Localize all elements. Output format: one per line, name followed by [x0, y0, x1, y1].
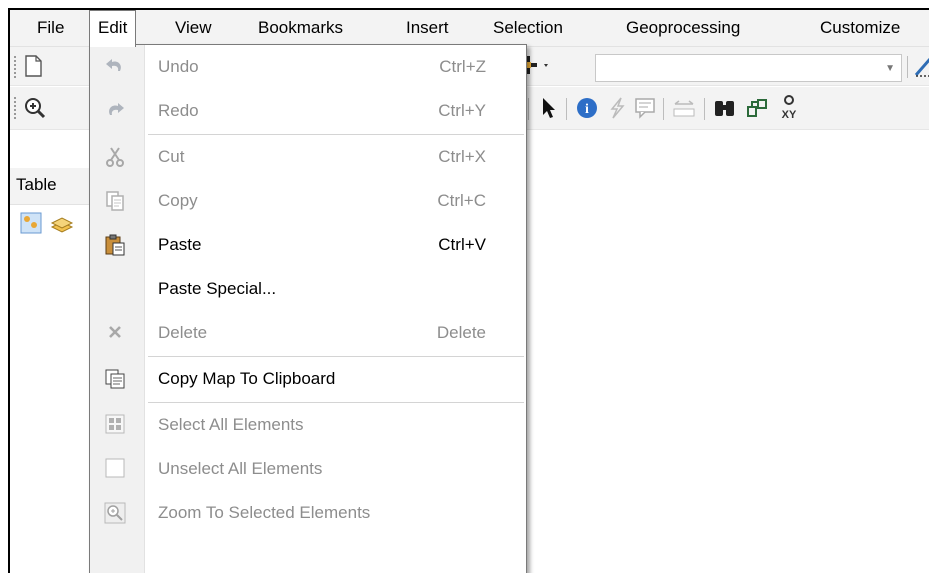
undo-icon [103, 56, 127, 78]
menu-item-undo[interactable]: Undo Ctrl+Z [90, 45, 526, 89]
menu-view[interactable]: View [167, 10, 220, 46]
menu-item-paste-special[interactable]: Paste Special... [90, 267, 526, 311]
zoom-in-icon[interactable] [24, 97, 46, 125]
menu-bookmarks[interactable]: Bookmarks [250, 10, 351, 46]
menu-item-copy[interactable]: Copy Ctrl+C [90, 179, 526, 223]
unselect-all-icon [103, 458, 127, 480]
edit-dropdown-menu: Undo Ctrl+Z Redo Ctrl+Y Cut Ctrl+X Copy … [89, 44, 527, 573]
delete-icon [103, 322, 127, 344]
toolbar-grip-2[interactable] [14, 97, 19, 119]
zoom-selected-icon [103, 502, 127, 524]
html-popup-icon[interactable] [634, 97, 656, 125]
redo-icon [103, 100, 127, 122]
find-route-icon[interactable] [745, 97, 769, 125]
menu-item-zoom-to-selected-elements[interactable]: Zoom To Selected Elements [90, 491, 526, 535]
menu-item-cut[interactable]: Cut Ctrl+X [90, 135, 526, 179]
identify-icon[interactable]: i [575, 96, 599, 126]
menu-item-redo[interactable]: Redo Ctrl+Y [90, 89, 526, 133]
menu-geoprocessing[interactable]: Geoprocessing [618, 10, 748, 46]
menu-bar: File Edit View Bookmarks Insert Selectio… [10, 10, 929, 47]
menu-item-unselect-all-elements[interactable]: Unselect All Elements [90, 447, 526, 491]
paste-icon [103, 234, 127, 256]
select-elements-icon[interactable] [541, 97, 557, 125]
layers-icon[interactable] [50, 214, 76, 240]
scissors-icon [103, 146, 127, 168]
toc-title: Table [16, 175, 57, 194]
toolbar-grip[interactable] [14, 56, 19, 78]
go-to-xy-icon[interactable]: XY [777, 93, 801, 127]
hyperlink-icon[interactable] [607, 97, 627, 125]
menu-customize[interactable]: Customize [812, 10, 908, 46]
find-binoculars-icon[interactable] [713, 97, 737, 125]
menu-item-delete[interactable]: Delete Delete [90, 311, 526, 355]
new-document-icon[interactable] [24, 55, 42, 83]
menu-item-copy-map-to-clipboard[interactable]: Copy Map To Clipboard [90, 357, 526, 401]
combo-dropdown-icon[interactable]: ▼ [885, 63, 895, 74]
measure-icon[interactable] [672, 97, 696, 125]
svg-text:XY: XY [782, 109, 797, 121]
list-by-drawing-order-icon[interactable] [20, 212, 42, 240]
menu-insert[interactable]: Insert [398, 10, 457, 46]
editor-toolbar-icon[interactable] [914, 53, 929, 85]
menu-item-paste[interactable]: Paste Ctrl+V [90, 223, 526, 267]
copy-map-icon [103, 368, 127, 390]
menu-file[interactable]: File [29, 10, 72, 46]
copy-icon [103, 190, 127, 212]
scale-combo[interactable]: ▼ [595, 54, 902, 82]
menu-item-select-all-elements[interactable]: Select All Elements [90, 403, 526, 447]
arcmap-window: File Edit View Bookmarks Insert Selectio… [8, 8, 929, 573]
select-all-icon [103, 414, 127, 436]
svg-text:i: i [585, 102, 589, 117]
menu-edit[interactable]: Edit [89, 10, 137, 47]
menu-selection[interactable]: Selection [485, 10, 571, 46]
